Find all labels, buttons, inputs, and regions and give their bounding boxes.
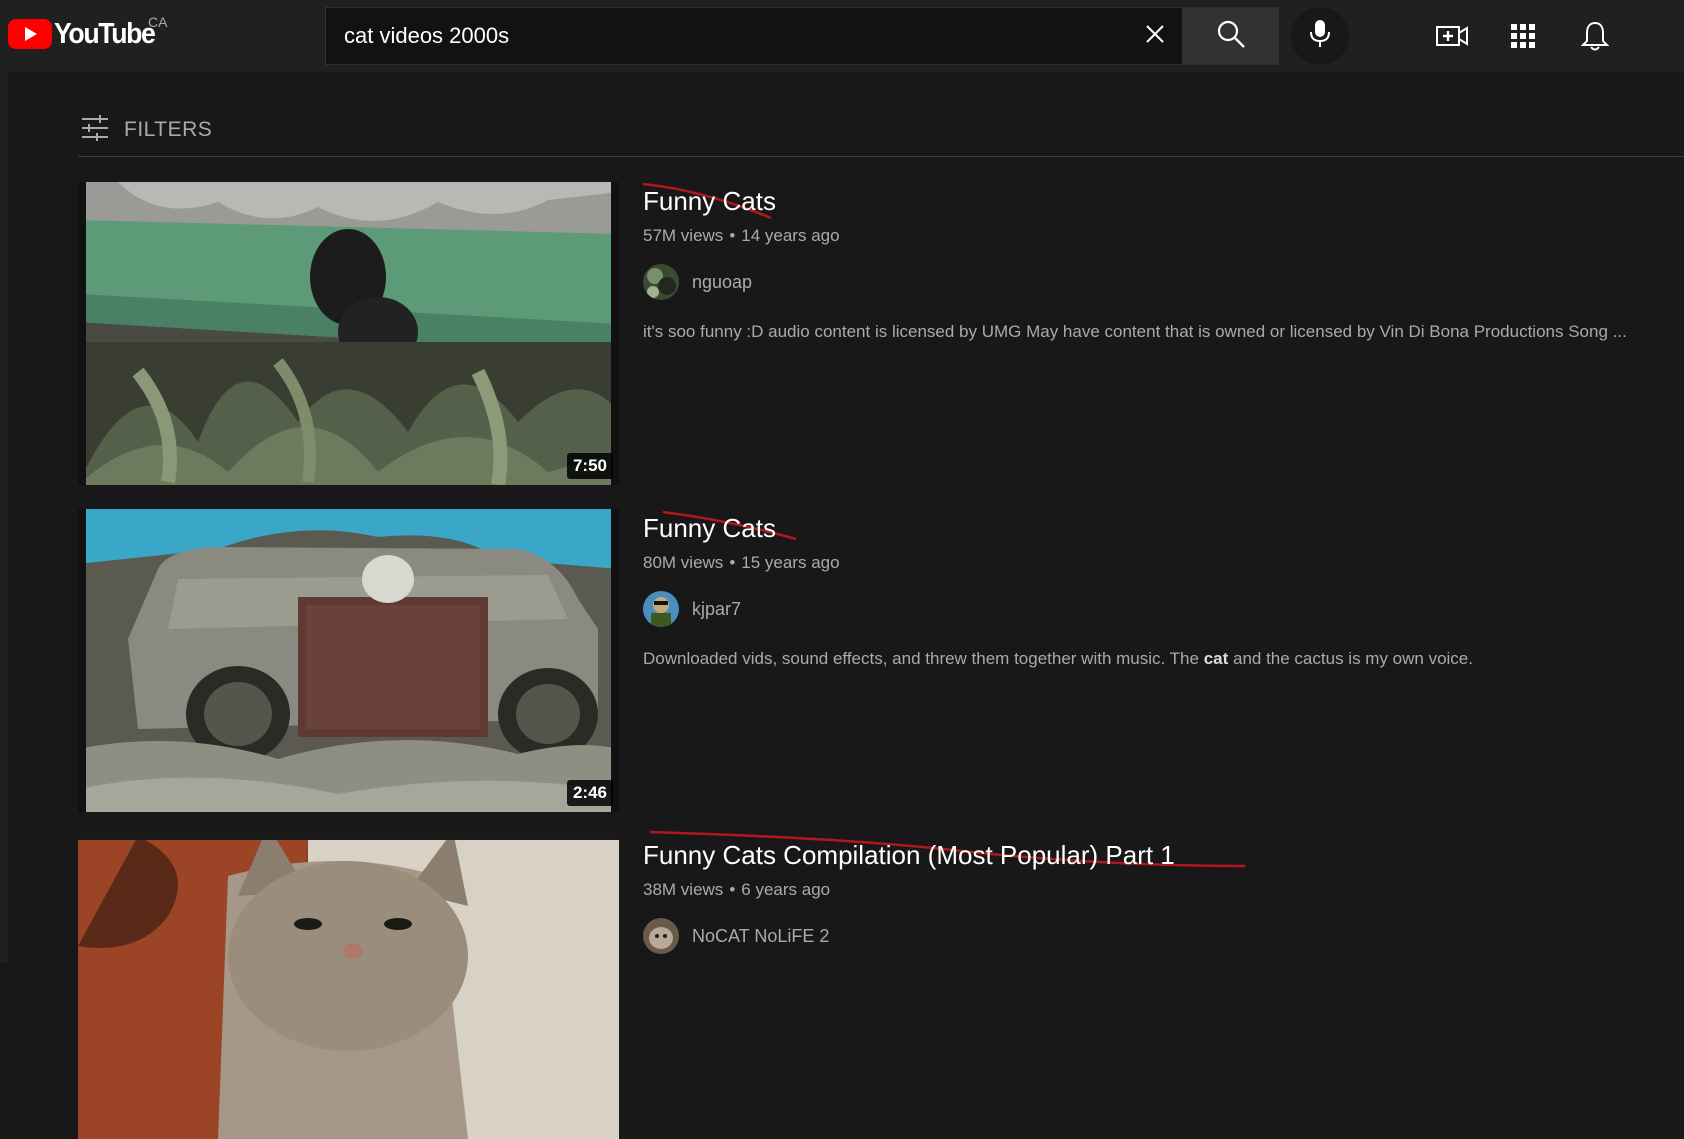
logo-wordmark: YouTube xyxy=(54,17,156,50)
separator-dot: • xyxy=(729,553,736,572)
close-icon[interactable] xyxy=(1135,18,1175,58)
channel-name[interactable]: NoCAT NoLiFE 2 xyxy=(692,926,829,947)
description-text: and the cactus is my own voice. xyxy=(1228,649,1473,668)
upload-age: 6 years ago xyxy=(741,880,831,899)
video-result: 2:46 Funny Cats 80M views • 15 years ago k… xyxy=(78,509,1684,812)
channel-name[interactable]: kjpar7 xyxy=(692,599,741,620)
channel-link[interactable]: kjpar7 xyxy=(643,591,741,627)
video-thumbnail[interactable]: 7:50 xyxy=(78,182,619,485)
video-title[interactable]: Funny Cats xyxy=(643,513,776,544)
video-duration: 7:50 xyxy=(566,453,613,479)
separator-dot: • xyxy=(729,226,736,245)
divider xyxy=(78,156,1684,157)
avatar[interactable] xyxy=(643,591,679,627)
mic-icon xyxy=(1309,19,1331,54)
video-duration: 2:46 xyxy=(566,780,613,806)
video-metadata: 38M views • 6 years ago xyxy=(643,880,830,900)
description-text: Downloaded vids, sound effects, and thre… xyxy=(643,649,1204,668)
create-video-icon[interactable] xyxy=(1434,18,1470,54)
filters-button[interactable]: FILTERS xyxy=(80,110,212,150)
filters-label: FILTERS xyxy=(124,118,213,141)
voice-search-button[interactable] xyxy=(1291,7,1349,65)
video-result: Funny Cats Compilation (Most Popular) Pa… xyxy=(78,830,1684,1139)
channel-link[interactable]: NoCAT NoLiFE 2 xyxy=(643,918,829,954)
video-title[interactable]: Funny Cats xyxy=(643,186,776,217)
masthead: YouTube CA xyxy=(0,0,1684,72)
avatar[interactable] xyxy=(643,264,679,300)
search-input[interactable] xyxy=(344,8,1104,64)
video-title[interactable]: Funny Cats Compilation (Most Popular) Pa… xyxy=(643,840,1175,871)
view-count: 80M views xyxy=(643,553,724,572)
search-box xyxy=(325,7,1183,65)
video-thumbnail[interactable]: 2:46 xyxy=(78,509,619,812)
apps-grid-icon[interactable] xyxy=(1505,18,1541,54)
separator-dot: • xyxy=(729,880,736,899)
video-metadata: 80M views • 15 years ago xyxy=(643,553,840,573)
channel-name[interactable]: nguoap xyxy=(692,272,752,293)
view-count: 38M views xyxy=(643,880,724,899)
upload-age: 14 years ago xyxy=(741,226,840,245)
video-metadata: 57M views • 14 years ago xyxy=(643,226,840,246)
search-icon xyxy=(1216,19,1246,54)
channel-link[interactable]: nguoap xyxy=(643,264,752,300)
view-count: 57M views xyxy=(643,226,724,245)
upload-age: 15 years ago xyxy=(741,553,840,572)
region-code: CA xyxy=(148,14,168,30)
bell-icon[interactable] xyxy=(1577,18,1613,54)
video-result: 7:50 Funny Cats 57M views • 14 years ago n… xyxy=(78,182,1684,485)
search-button[interactable] xyxy=(1183,7,1279,65)
guide-edge xyxy=(0,72,8,963)
description-highlight: cat xyxy=(1203,649,1229,668)
avatar[interactable] xyxy=(643,918,679,954)
video-description: it's soo funny :D audio content is licen… xyxy=(643,322,1627,341)
youtube-logo-icon xyxy=(8,19,52,49)
video-description: Downloaded vids, sound effects, and thre… xyxy=(643,649,1473,669)
video-thumbnail[interactable] xyxy=(78,836,619,1139)
filter-sliders-icon xyxy=(80,114,110,147)
youtube-logo[interactable]: YouTube xyxy=(8,18,163,50)
